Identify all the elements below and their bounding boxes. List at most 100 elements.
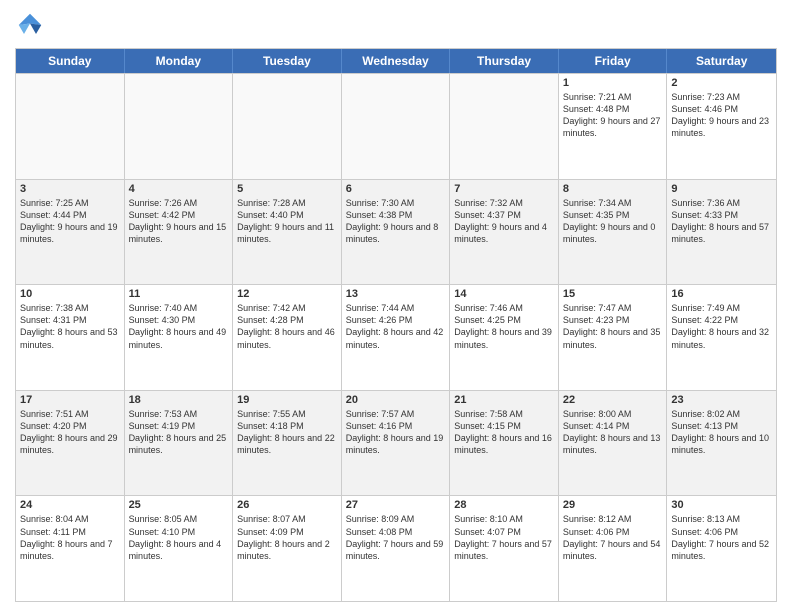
header-day-friday: Friday	[559, 49, 668, 73]
cal-cell: 29 Sunrise: 8:12 AM Sunset: 4:06 PM Dayli…	[559, 496, 668, 601]
day-number: 7	[454, 183, 554, 195]
cal-cell	[16, 74, 125, 179]
cal-cell: 13Sunrise: 7:44 AM Sunset: 4:26 PM Dayli…	[342, 285, 451, 390]
day-info: Sunrise: 8:05 AM Sunset: 4:10 PM Dayligh…	[129, 513, 229, 562]
header-day-saturday: Saturday	[667, 49, 776, 73]
day-number: 28	[454, 499, 554, 511]
cal-cell: 30 Sunrise: 8:13 AM Sunset: 4:06 PM Dayli…	[667, 496, 776, 601]
header	[15, 10, 777, 40]
cal-cell: 24 Sunrise: 8:04 AM Sunset: 4:11 PM Dayli…	[16, 496, 125, 601]
day-number: 23	[671, 394, 772, 406]
day-info: Sunrise: 7:51 AM Sunset: 4:20 PM Dayligh…	[20, 408, 120, 457]
week-row-4: 17Sunrise: 7:51 AM Sunset: 4:20 PM Dayli…	[16, 390, 776, 496]
day-info: Sunrise: 7:47 AM Sunset: 4:23 PM Dayligh…	[563, 302, 663, 351]
cal-cell: 19Sunrise: 7:55 AM Sunset: 4:18 PM Dayli…	[233, 391, 342, 496]
cal-cell: 21 Sunrise: 7:58 AM Sunset: 4:15 PM Dayli…	[450, 391, 559, 496]
week-row-1: 1 Sunrise: 7:21 AM Sunset: 4:48 PM Daylig…	[16, 73, 776, 179]
day-info: Sunrise: 7:21 AM Sunset: 4:48 PM Dayligh…	[563, 91, 663, 140]
header-day-tuesday: Tuesday	[233, 49, 342, 73]
day-info: Sunrise: 7:49 AM Sunset: 4:22 PM Dayligh…	[671, 302, 772, 351]
calendar-header: SundayMondayTuesdayWednesdayThursdayFrid…	[16, 49, 776, 73]
day-number: 8	[563, 183, 663, 195]
day-info: Sunrise: 7:32 AM Sunset: 4:37 PM Dayligh…	[454, 197, 554, 246]
day-info: Sunrise: 7:57 AM Sunset: 4:16 PM Dayligh…	[346, 408, 446, 457]
cal-cell: 22 Sunrise: 8:00 AM Sunset: 4:14 PM Dayli…	[559, 391, 668, 496]
day-number: 3	[20, 183, 120, 195]
cal-cell: 3 Sunrise: 7:25 AM Sunset: 4:44 PM Daylig…	[16, 180, 125, 285]
day-number: 9	[671, 183, 772, 195]
cal-cell: 9 Sunrise: 7:36 AM Sunset: 4:33 PM Daylig…	[667, 180, 776, 285]
day-number: 24	[20, 499, 120, 511]
day-number: 30	[671, 499, 772, 511]
day-info: Sunrise: 7:26 AM Sunset: 4:42 PM Dayligh…	[129, 197, 229, 246]
day-info: Sunrise: 8:12 AM Sunset: 4:06 PM Dayligh…	[563, 513, 663, 562]
day-info: Sunrise: 7:38 AM Sunset: 4:31 PM Dayligh…	[20, 302, 120, 351]
day-info: Sunrise: 7:46 AM Sunset: 4:25 PM Dayligh…	[454, 302, 554, 351]
cal-cell: 5 Sunrise: 7:28 AM Sunset: 4:40 PM Daylig…	[233, 180, 342, 285]
day-info: Sunrise: 8:09 AM Sunset: 4:08 PM Dayligh…	[346, 513, 446, 562]
cal-cell: 16 Sunrise: 7:49 AM Sunset: 4:22 PM Dayli…	[667, 285, 776, 390]
day-info: Sunrise: 8:02 AM Sunset: 4:13 PM Dayligh…	[671, 408, 772, 457]
day-info: Sunrise: 7:34 AM Sunset: 4:35 PM Dayligh…	[563, 197, 663, 246]
day-info: Sunrise: 7:42 AM Sunset: 4:28 PM Dayligh…	[237, 302, 337, 351]
day-number: 18	[129, 394, 229, 406]
day-number: 22	[563, 394, 663, 406]
cal-cell: 17Sunrise: 7:51 AM Sunset: 4:20 PM Dayli…	[16, 391, 125, 496]
day-info: Sunrise: 8:04 AM Sunset: 4:11 PM Dayligh…	[20, 513, 120, 562]
header-day-thursday: Thursday	[450, 49, 559, 73]
cal-cell	[125, 74, 234, 179]
day-number: 21	[454, 394, 554, 406]
day-info: Sunrise: 7:23 AM Sunset: 4:46 PM Dayligh…	[671, 91, 772, 140]
day-number: 1	[563, 77, 663, 89]
day-number: 29	[563, 499, 663, 511]
day-number: 25	[129, 499, 229, 511]
day-info: Sunrise: 7:28 AM Sunset: 4:40 PM Dayligh…	[237, 197, 337, 246]
calendar: SundayMondayTuesdayWednesdayThursdayFrid…	[15, 48, 777, 602]
day-info: Sunrise: 8:10 AM Sunset: 4:07 PM Dayligh…	[454, 513, 554, 562]
cal-cell: 15 Sunrise: 7:47 AM Sunset: 4:23 PM Dayli…	[559, 285, 668, 390]
week-row-3: 10Sunrise: 7:38 AM Sunset: 4:31 PM Dayli…	[16, 284, 776, 390]
day-number: 20	[346, 394, 446, 406]
day-number: 13	[346, 288, 446, 300]
header-day-monday: Monday	[125, 49, 234, 73]
cal-cell: 11Sunrise: 7:40 AM Sunset: 4:30 PM Dayli…	[125, 285, 234, 390]
cal-cell: 2 Sunrise: 7:23 AM Sunset: 4:46 PM Daylig…	[667, 74, 776, 179]
day-info: Sunrise: 7:25 AM Sunset: 4:44 PM Dayligh…	[20, 197, 120, 246]
cal-cell: 1 Sunrise: 7:21 AM Sunset: 4:48 PM Daylig…	[559, 74, 668, 179]
day-number: 4	[129, 183, 229, 195]
day-number: 16	[671, 288, 772, 300]
day-info: Sunrise: 7:53 AM Sunset: 4:19 PM Dayligh…	[129, 408, 229, 457]
cal-cell: 8 Sunrise: 7:34 AM Sunset: 4:35 PM Daylig…	[559, 180, 668, 285]
day-info: Sunrise: 8:00 AM Sunset: 4:14 PM Dayligh…	[563, 408, 663, 457]
day-info: Sunrise: 7:36 AM Sunset: 4:33 PM Dayligh…	[671, 197, 772, 246]
cal-cell: 10Sunrise: 7:38 AM Sunset: 4:31 PM Dayli…	[16, 285, 125, 390]
day-info: Sunrise: 7:30 AM Sunset: 4:38 PM Dayligh…	[346, 197, 446, 246]
day-info: Sunrise: 8:13 AM Sunset: 4:06 PM Dayligh…	[671, 513, 772, 562]
day-info: Sunrise: 7:58 AM Sunset: 4:15 PM Dayligh…	[454, 408, 554, 457]
cal-cell: 12 Sunrise: 7:42 AM Sunset: 4:28 PM Dayli…	[233, 285, 342, 390]
day-number: 11	[129, 288, 229, 300]
day-number: 15	[563, 288, 663, 300]
day-number: 6	[346, 183, 446, 195]
day-number: 2	[671, 77, 772, 89]
day-number: 26	[237, 499, 337, 511]
calendar-body: 1 Sunrise: 7:21 AM Sunset: 4:48 PM Daylig…	[16, 73, 776, 601]
cal-cell: 20 Sunrise: 7:57 AM Sunset: 4:16 PM Dayli…	[342, 391, 451, 496]
week-row-5: 24 Sunrise: 8:04 AM Sunset: 4:11 PM Dayli…	[16, 495, 776, 601]
cal-cell	[233, 74, 342, 179]
cal-cell	[450, 74, 559, 179]
day-number: 12	[237, 288, 337, 300]
day-info: Sunrise: 8:07 AM Sunset: 4:09 PM Dayligh…	[237, 513, 337, 562]
day-info: Sunrise: 7:55 AM Sunset: 4:18 PM Dayligh…	[237, 408, 337, 457]
cal-cell	[342, 74, 451, 179]
cal-cell: 28 Sunrise: 8:10 AM Sunset: 4:07 PM Dayli…	[450, 496, 559, 601]
cal-cell: 4 Sunrise: 7:26 AM Sunset: 4:42 PM Daylig…	[125, 180, 234, 285]
day-number: 14	[454, 288, 554, 300]
cal-cell: 18 Sunrise: 7:53 AM Sunset: 4:19 PM Dayli…	[125, 391, 234, 496]
logo-icon	[15, 10, 45, 40]
cal-cell: 7 Sunrise: 7:32 AM Sunset: 4:37 PM Daylig…	[450, 180, 559, 285]
cal-cell: 27Sunrise: 8:09 AM Sunset: 4:08 PM Dayli…	[342, 496, 451, 601]
cal-cell: 26 Sunrise: 8:07 AM Sunset: 4:09 PM Dayli…	[233, 496, 342, 601]
day-number: 5	[237, 183, 337, 195]
header-day-wednesday: Wednesday	[342, 49, 451, 73]
